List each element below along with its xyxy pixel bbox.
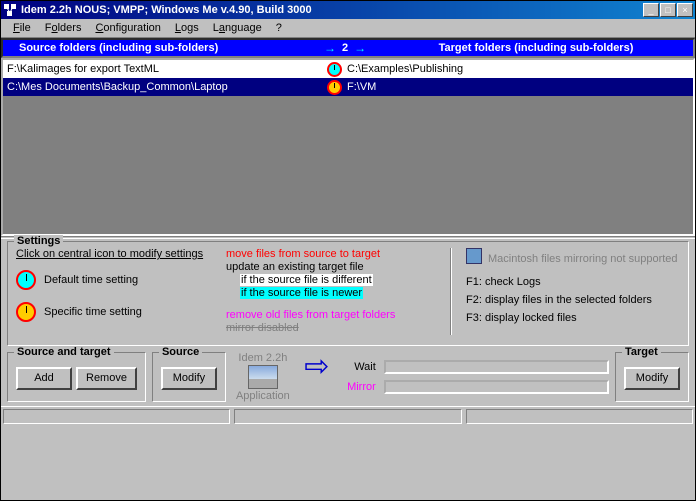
mac-hint: Macintosh files mirroring not supported	[466, 248, 680, 270]
header-count: → 2 →	[311, 41, 379, 55]
hint-f3: F3: display locked files	[466, 312, 680, 324]
pair-count: 2	[342, 42, 348, 54]
rule-mirror-disabled: mirror disabled	[226, 322, 436, 334]
status-cell	[234, 409, 461, 424]
maximize-button[interactable]: □	[660, 3, 676, 17]
source-header: Source folders (including sub-folders)	[3, 42, 311, 54]
settings-col-rules: move files from source to target update …	[226, 248, 436, 335]
menu-file[interactable]: File	[7, 21, 37, 35]
status-cell	[466, 409, 693, 424]
clock-default-icon	[16, 270, 36, 290]
status-cell	[3, 409, 230, 424]
source-legend: Source	[159, 346, 202, 358]
arrow-right-icon: →	[324, 41, 336, 55]
progress-group: Wait Mirror	[340, 352, 609, 402]
folder-row[interactable]: C:\Mes Documents\Backup_Common\Laptop F:…	[3, 78, 693, 96]
mac-icon	[466, 248, 482, 264]
target-header: Target folders (including sub-folders)	[379, 42, 693, 54]
app-name: Idem 2.2h	[238, 352, 287, 364]
titlebar: Idem 2.2h NOUS; VMPP; Windows Me v.4.90,…	[1, 1, 695, 19]
clock-specific-icon	[327, 80, 342, 95]
wait-label: Wait	[340, 361, 376, 373]
settings-col-hints: Macintosh files mirroring not supported …	[466, 248, 680, 335]
menubar: File Folders Configuration Logs Language…	[1, 19, 695, 38]
statusbar	[1, 406, 695, 426]
rule-if-newer: if the source file is newer	[240, 287, 363, 299]
menu-configuration[interactable]: Configuration	[89, 21, 166, 35]
target-legend: Target	[622, 346, 661, 358]
target-path: F:\VM	[345, 81, 693, 93]
application-block: Idem 2.2h Application	[232, 352, 294, 402]
computer-icon	[248, 365, 278, 389]
folder-row[interactable]: F:\Kalimages for export TextML C:\Exampl…	[3, 60, 693, 78]
source-target-group: Source and target Add Remove	[7, 352, 146, 402]
add-button[interactable]: Add	[16, 367, 72, 390]
menu-folders[interactable]: Folders	[39, 21, 88, 35]
mirror-label: Mirror	[340, 381, 376, 393]
settings-legend: Settings	[14, 235, 63, 247]
rule-if-different: if the source file is different	[240, 274, 373, 286]
row-settings-icon[interactable]	[323, 80, 345, 95]
source-modify-button[interactable]: Modify	[161, 367, 217, 390]
settings-col-icons: Click on central icon to modify settings…	[16, 248, 216, 335]
mirror-row: Mirror	[340, 380, 609, 394]
clock-specific-icon	[16, 302, 36, 322]
rule-remove-old: remove old files from target folders	[226, 309, 436, 321]
clock-default-icon	[327, 62, 342, 77]
mac-hint-text: Macintosh files mirroring not supported	[488, 253, 678, 265]
remove-button[interactable]: Remove	[76, 367, 137, 390]
default-time-row: Default time setting	[16, 270, 216, 290]
app-icon	[3, 3, 17, 17]
window-controls: _ □ ×	[643, 3, 693, 17]
rule-update: update an existing target file	[226, 261, 436, 273]
settings-fieldset: Settings Click on central icon to modify…	[7, 241, 689, 346]
bottom-toolbar: Source and target Add Remove Source Modi…	[1, 350, 695, 406]
target-group: Target Modify	[615, 352, 689, 402]
rule-move: move files from source to target	[226, 248, 436, 260]
target-path: C:\Examples\Publishing	[345, 63, 693, 75]
window: Idem 2.2h NOUS; VMPP; Windows Me v.4.90,…	[0, 0, 696, 501]
menu-logs[interactable]: Logs	[169, 21, 205, 35]
wait-progress	[384, 360, 609, 374]
target-modify-button[interactable]: Modify	[624, 367, 680, 390]
source-path: F:\Kalimages for export TextML	[3, 63, 323, 75]
mirror-progress	[384, 380, 609, 394]
specific-time-row: Specific time setting	[16, 302, 216, 322]
menu-language[interactable]: Language	[207, 21, 268, 35]
row-settings-icon[interactable]	[323, 62, 345, 77]
settings-panel: Settings Click on central icon to modify…	[1, 239, 695, 350]
app-label: Application	[236, 390, 290, 402]
source-path: C:\Mes Documents\Backup_Common\Laptop	[3, 81, 323, 93]
arrow-right-icon: →	[354, 41, 366, 55]
settings-hint: Click on central icon to modify settings	[16, 248, 216, 260]
folder-list[interactable]: F:\Kalimages for export TextML C:\Exampl…	[1, 58, 695, 236]
source-group: Source Modify	[152, 352, 226, 402]
transfer-arrow-icon[interactable]: ⇨	[300, 352, 334, 380]
close-button[interactable]: ×	[677, 3, 693, 17]
hint-f2: F2: display files in the selected folder…	[466, 294, 680, 306]
columns-header: Source folders (including sub-folders) →…	[1, 38, 695, 58]
vertical-divider	[450, 248, 452, 335]
specific-time-label: Specific time setting	[44, 306, 142, 318]
default-time-label: Default time setting	[44, 274, 138, 286]
source-target-legend: Source and target	[14, 346, 114, 358]
hint-f1: F1: check Logs	[466, 276, 680, 288]
window-title: Idem 2.2h NOUS; VMPP; Windows Me v.4.90,…	[21, 4, 643, 16]
wait-row: Wait	[340, 360, 609, 374]
menu-help[interactable]: ?	[270, 21, 288, 35]
minimize-button[interactable]: _	[643, 3, 659, 17]
